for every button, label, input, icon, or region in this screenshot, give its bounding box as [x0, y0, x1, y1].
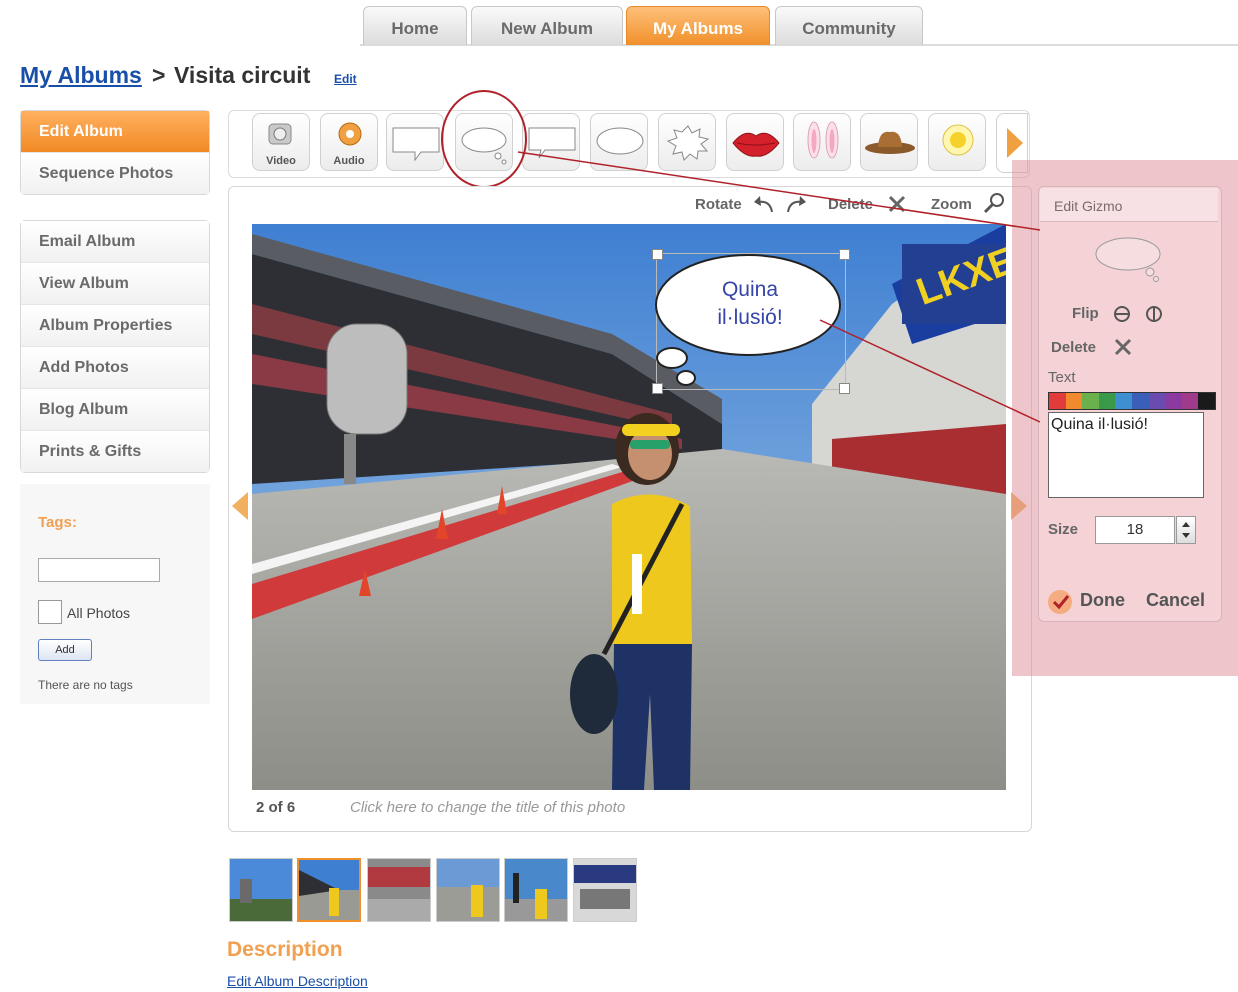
main-photo[interactable]: LKXE [252, 224, 1006, 790]
done-button[interactable]: Done [1080, 590, 1125, 611]
delete-photo-label[interactable]: Delete [828, 196, 873, 213]
color-palette[interactable] [1048, 392, 1216, 410]
flip-vertical-icon[interactable] [1114, 306, 1130, 322]
color-swatch[interactable] [1098, 393, 1116, 409]
breadcrumb-my-albums-link[interactable]: My Albums [20, 62, 142, 89]
annotation-circle [441, 90, 527, 188]
sidebar-item-prints-gifts[interactable]: Prints & Gifts [21, 431, 209, 472]
description-heading: Description [227, 938, 343, 961]
sidebar-item-album-properties[interactable]: Album Properties [21, 305, 209, 347]
sidebar-item-sequence-photos[interactable]: Sequence Photos [21, 153, 209, 194]
color-swatch[interactable] [1115, 393, 1132, 409]
rotate-label: Rotate [695, 196, 742, 213]
bunny-ears-icon [807, 121, 839, 159]
thumbnail-image [505, 859, 567, 921]
add-tag-button[interactable]: Add [38, 639, 92, 661]
audio-gizmo-label: Audio [333, 155, 365, 167]
thumbnail[interactable] [367, 858, 431, 922]
thumbnail[interactable] [573, 858, 637, 922]
color-swatch[interactable] [1165, 393, 1182, 409]
photo-illustration: LKXE [252, 224, 1006, 790]
audio-gizmo-button[interactable]: Audio [320, 113, 378, 171]
lips-icon [732, 132, 780, 157]
bubble-text-line2: il·lusió! [717, 306, 783, 329]
tags-label: Tags: [38, 514, 77, 531]
sidebar-item-add-photos[interactable]: Add Photos [21, 347, 209, 389]
color-swatch[interactable] [1148, 393, 1166, 409]
delete-gizmo-icon[interactable] [1112, 336, 1134, 358]
edit-title-link[interactable]: Edit [334, 72, 357, 86]
photo-counter: 2 of 6 [256, 799, 296, 816]
sidebar-item-email-album[interactable]: Email Album [21, 221, 209, 263]
zoom-icon[interactable] [982, 191, 1006, 215]
stepper-arrows-icon [1182, 522, 1190, 538]
cowboy-hat-gizmo-button[interactable] [860, 113, 918, 171]
thumbnail-image [368, 859, 430, 921]
gizmo-preview-icon [1095, 237, 1161, 282]
all-photos-checkbox[interactable] [38, 600, 62, 624]
page-title: Visita circuit [174, 62, 311, 88]
color-swatch[interactable] [1198, 393, 1215, 409]
video-gizmo-label: Video [266, 155, 296, 167]
thumbnail-image [299, 860, 359, 920]
burst-bubble-gizmo-button[interactable] [658, 113, 716, 171]
thumbnail-image [574, 859, 636, 921]
halo-icon [942, 124, 974, 156]
thumbnail[interactable] [229, 858, 293, 922]
sidebar-secondary: Email Album View Album Album Properties … [20, 220, 210, 473]
no-tags-message: There are no tags [38, 678, 133, 692]
edit-album-description-link[interactable]: Edit Album Description [227, 973, 368, 989]
lips-gizmo-button[interactable] [726, 113, 784, 171]
delete-gizmo-label[interactable]: Delete [1051, 339, 1096, 356]
size-stepper[interactable] [1176, 516, 1196, 544]
flip-label: Flip [1072, 305, 1099, 322]
flip-horizontal-icon[interactable] [1146, 306, 1162, 322]
text-label: Text [1048, 369, 1076, 386]
tab-new-album[interactable]: New Album [471, 6, 623, 45]
halo-gizmo-button[interactable] [928, 113, 986, 171]
color-swatch[interactable] [1049, 393, 1066, 409]
thumbnail[interactable] [436, 858, 500, 922]
delete-icon[interactable] [886, 193, 908, 215]
tab-community[interactable]: Community [775, 6, 923, 45]
video-gizmo-button[interactable]: Video [252, 113, 310, 171]
tab-my-albums[interactable]: My Albums [626, 6, 770, 45]
done-check-icon [1048, 590, 1072, 614]
speech-oval-gizmo-button[interactable] [590, 113, 648, 171]
zoom-label[interactable]: Zoom [931, 196, 972, 213]
color-swatch[interactable] [1082, 393, 1099, 409]
bunny-ears-gizmo-button[interactable] [793, 113, 851, 171]
rotate-icons[interactable] [750, 192, 810, 218]
size-input[interactable]: 18 [1095, 516, 1175, 544]
edit-gizmo-title: Edit Gizmo [1040, 188, 1218, 222]
tags-input[interactable] [38, 558, 160, 582]
flip-icons [1114, 306, 1162, 322]
thumbnail-selected[interactable] [297, 858, 361, 922]
color-swatch[interactable] [1131, 393, 1149, 409]
size-label: Size [1048, 521, 1079, 538]
thumbnail[interactable] [504, 858, 568, 922]
thumbnail-image [437, 859, 499, 921]
color-swatch[interactable] [1181, 393, 1199, 409]
sidebar-item-blog-album[interactable]: Blog Album [21, 389, 209, 431]
bubble-text: Quina il·lusió! [660, 276, 840, 332]
sidebar-primary: Edit Album Sequence Photos [20, 110, 210, 195]
bubble-text-line1: Quina [721, 278, 779, 301]
photo-title-placeholder[interactable]: Click here to change the title of this p… [350, 799, 625, 816]
sidebar-item-edit-album[interactable]: Edit Album [21, 111, 209, 153]
sidebar-item-view-album[interactable]: View Album [21, 263, 209, 305]
rotate-right-icon[interactable] [787, 196, 806, 213]
tab-home[interactable]: Home [363, 6, 467, 45]
rotate-left-icon[interactable] [754, 196, 773, 213]
all-photos-label: All Photos [67, 605, 131, 621]
speech-oval-icon [596, 127, 644, 155]
thumbnail-image [230, 859, 292, 921]
cowboy-hat-icon [865, 131, 915, 154]
prev-photo-arrow-icon[interactable] [230, 490, 250, 522]
burst-bubble-icon [666, 125, 710, 161]
cancel-button[interactable]: Cancel [1146, 590, 1205, 611]
breadcrumb-separator: > [152, 62, 166, 88]
gizmo-text-input[interactable]: Quina il·lusió! [1048, 412, 1204, 498]
color-swatch[interactable] [1065, 393, 1083, 409]
